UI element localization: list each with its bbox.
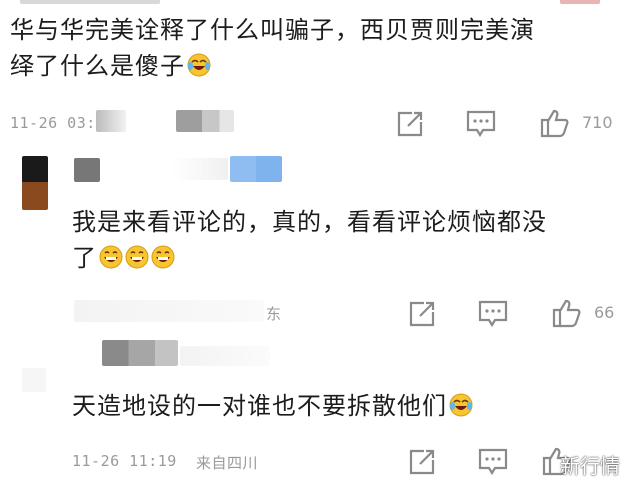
- watermark: 新行情: [560, 454, 620, 478]
- reply-timestamp: 11-26 11:19: [72, 452, 177, 470]
- redacted-username: [74, 158, 100, 182]
- reply-location: 来自四川: [196, 454, 259, 472]
- like-icon[interactable]: [552, 298, 582, 328]
- redacted-location: [96, 110, 126, 132]
- reply-location: 东: [266, 305, 282, 323]
- cropped-top-badge: [560, 0, 600, 4]
- share-icon[interactable]: [396, 110, 424, 138]
- redacted-suffix: [180, 346, 270, 366]
- comment-line-2: 绎了什么是傻子: [10, 48, 630, 84]
- comment-timestamp: 11-26 03:: [10, 114, 96, 132]
- redacted-name: [176, 110, 234, 132]
- avatar: [22, 156, 48, 210]
- laugh-cry-icon: [187, 51, 211, 77]
- comment-icon[interactable]: [478, 448, 508, 476]
- cropped-top-fragment: [20, 0, 160, 4]
- grin-icon: [125, 243, 149, 269]
- like-icon[interactable]: [540, 108, 570, 138]
- share-icon[interactable]: [408, 300, 436, 328]
- laugh-cry-icon: [449, 391, 473, 417]
- avatar-faded: [22, 368, 46, 392]
- redacted-username-2: [172, 158, 228, 180]
- comment-line-2-text: 绎了什么是傻子: [10, 52, 185, 80]
- reply-line-1: 我是来看评论的，真的，看看评论烦恼都没: [72, 208, 547, 236]
- share-icon[interactable]: [408, 448, 436, 476]
- grin-icon: [99, 243, 123, 269]
- reply-text: 我是来看评论的，真的，看看评论烦恼都没 了: [72, 204, 632, 276]
- reply-line-2-text: 了: [72, 244, 97, 272]
- redacted-username: [102, 340, 178, 366]
- comment-icon[interactable]: [466, 110, 496, 138]
- comment-text: 华与华完美诠释了什么叫骗子，西贝贾则完美演 绎了什么是傻子: [10, 12, 630, 84]
- grin-icon: [151, 243, 175, 269]
- reply-text: 天造地设的一对谁也不要拆散他们: [72, 388, 632, 424]
- comment-icon[interactable]: [478, 300, 508, 328]
- comment-line-1: 华与华完美诠释了什么叫骗子，西贝贾则完美演: [10, 16, 535, 44]
- reply-line-2: 了: [72, 240, 632, 276]
- like-count: 66: [594, 303, 615, 322]
- like-count: 710: [582, 113, 613, 132]
- redacted-meta: [74, 300, 264, 322]
- redacted-badge: [230, 156, 282, 182]
- reply-text-content: 天造地设的一对谁也不要拆散他们: [72, 392, 447, 420]
